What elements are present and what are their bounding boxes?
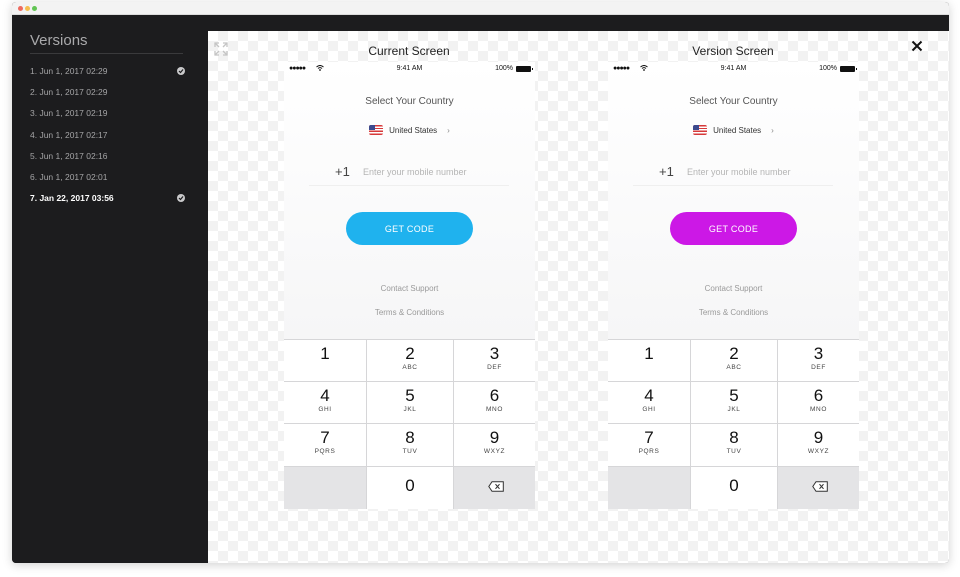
key-6[interactable]: 6 MNO	[778, 382, 859, 423]
version-item[interactable]: 6. Jun 1, 2017 02:01	[30, 169, 185, 185]
key-0[interactable]: 0	[691, 467, 777, 509]
key-8[interactable]: 8 TUV	[367, 424, 453, 466]
window-titlebar	[12, 2, 949, 15]
window-zoom-dot[interactable]	[32, 6, 37, 11]
get-code-button[interactable]: GET CODE	[670, 212, 797, 245]
version-item[interactable]: 2. Jun 1, 2017 02:29	[30, 84, 185, 100]
key-1[interactable]: 1	[608, 340, 690, 381]
version-label: 2. Jun 1, 2017 02:29	[30, 87, 108, 97]
phone-content: ●●●●● 9:41 AM 100% Select Your Country U…	[608, 62, 859, 339]
sidebar-divider	[30, 53, 183, 54]
version-item-selected[interactable]: 7. Jan 22, 2017 03:56	[30, 190, 185, 206]
version-item[interactable]: 3. Jun 1, 2017 02:19	[30, 105, 185, 121]
versions-sidebar: Versions 1. Jun 1, 2017 02:29 2. Jun 1, …	[12, 15, 208, 563]
version-item[interactable]: 4. Jun 1, 2017 02:17	[30, 127, 185, 143]
country-code: +1	[335, 164, 350, 179]
chevron-right-icon: ›	[771, 126, 774, 135]
country-code: +1	[659, 164, 674, 179]
current-screen-phone: ●●●●● 9:41 AM 100% Select Your Country U…	[284, 62, 535, 509]
backspace-icon	[488, 481, 504, 492]
version-item[interactable]: 1. Jun 1, 2017 02:29	[30, 63, 185, 79]
mobile-number-input[interactable]	[363, 164, 503, 180]
key-4[interactable]: 4 GHI	[284, 382, 366, 423]
window-minimize-dot[interactable]	[25, 6, 30, 11]
battery-percent: 100%	[819, 65, 837, 72]
key-5[interactable]: 5 JKL	[367, 382, 453, 423]
version-label: 5. Jun 1, 2017 02:16	[30, 151, 108, 161]
battery-percent: 100%	[495, 65, 513, 72]
us-flag-icon	[693, 125, 708, 135]
version-label: 1. Jun 1, 2017 02:29	[30, 66, 108, 76]
phone-content: ●●●●● 9:41 AM 100% Select Your Country U…	[284, 62, 535, 339]
key-9[interactable]: 9 WXYZ	[454, 424, 535, 466]
expand-icon[interactable]	[214, 42, 228, 56]
key-4[interactable]: 4 GHI	[608, 382, 690, 423]
key-8[interactable]: 8 TUV	[691, 424, 777, 466]
key-backspace[interactable]	[454, 467, 535, 509]
key-7[interactable]: 7 PQRS	[284, 424, 366, 466]
key-3[interactable]: 3 DEF	[454, 340, 535, 381]
status-bar: ●●●●● 9:41 AM 100%	[284, 62, 535, 76]
key-2[interactable]: 2 ABC	[691, 340, 777, 381]
backspace-icon	[812, 481, 828, 492]
country-name: United States	[389, 126, 438, 135]
key-0[interactable]: 0	[367, 467, 453, 509]
key-1[interactable]: 1	[284, 340, 366, 381]
numeric-keypad: 1 2 ABC 3 DEF 4 GHI 5 JKL 6 MNO 7 PQRS 8 TUV 9W…	[284, 339, 535, 509]
key-3[interactable]: 3 DEF	[778, 340, 859, 381]
version-label: 7. Jan 22, 2017 03:56	[30, 193, 114, 203]
key-2[interactable]: 2 ABC	[367, 340, 453, 381]
key-blank	[608, 467, 690, 509]
version-screen-title: Version Screen	[692, 44, 774, 58]
window-close-dot[interactable]	[18, 6, 23, 11]
terms-link[interactable]: Terms & Conditions	[284, 308, 535, 317]
country-selector[interactable]: United States ›	[284, 125, 535, 139]
app-window: Versions 1. Jun 1, 2017 02:29 2. Jun 1, …	[12, 2, 949, 563]
country-selector[interactable]: United States ›	[608, 125, 859, 139]
compare-stage: Current Screen ●●●●● 9:41 AM 100% Select…	[208, 31, 949, 563]
version-label: 3. Jun 1, 2017 02:19	[30, 108, 108, 118]
key-blank	[284, 467, 366, 509]
key-9[interactable]: 9 WXYZ	[778, 424, 859, 466]
key-6[interactable]: 6 MNO	[454, 382, 535, 423]
version-label: 4. Jun 1, 2017 02:17	[30, 130, 108, 140]
chevron-right-icon: ›	[447, 126, 450, 135]
numeric-keypad: 1 2 ABC 3 DEF 4 GHI 5 JKL 6 MNO 7 PQRS 8 TUV 9W…	[608, 339, 859, 509]
check-icon	[177, 194, 185, 202]
version-screen-phone: ●●●●● 9:41 AM 100% Select Your Country U…	[608, 62, 859, 509]
current-screen-title: Current Screen	[368, 44, 450, 58]
close-icon[interactable]	[911, 40, 923, 52]
key-7[interactable]: 7 PQRS	[608, 424, 690, 466]
contact-support-link[interactable]: Contact Support	[608, 284, 859, 293]
terms-link[interactable]: Terms & Conditions	[608, 308, 859, 317]
get-code-button[interactable]: GET CODE	[346, 212, 473, 245]
select-country-label: Select Your Country	[365, 96, 454, 107]
version-item[interactable]: 5. Jun 1, 2017 02:16	[30, 148, 185, 164]
sidebar-title: Versions	[30, 32, 88, 49]
battery-icon	[516, 66, 533, 72]
key-backspace[interactable]	[778, 467, 859, 509]
us-flag-icon	[369, 125, 384, 135]
phone-number-row: +1	[309, 158, 509, 186]
battery-icon	[840, 66, 857, 72]
phone-number-row: +1	[633, 158, 833, 186]
mobile-number-input[interactable]	[687, 164, 827, 180]
status-bar: ●●●●● 9:41 AM 100%	[608, 62, 859, 76]
version-label: 6. Jun 1, 2017 02:01	[30, 172, 108, 182]
country-name: United States	[713, 126, 762, 135]
contact-support-link[interactable]: Contact Support	[284, 284, 535, 293]
key-5[interactable]: 5 JKL	[691, 382, 777, 423]
select-country-label: Select Your Country	[689, 96, 778, 107]
check-icon	[177, 67, 185, 75]
